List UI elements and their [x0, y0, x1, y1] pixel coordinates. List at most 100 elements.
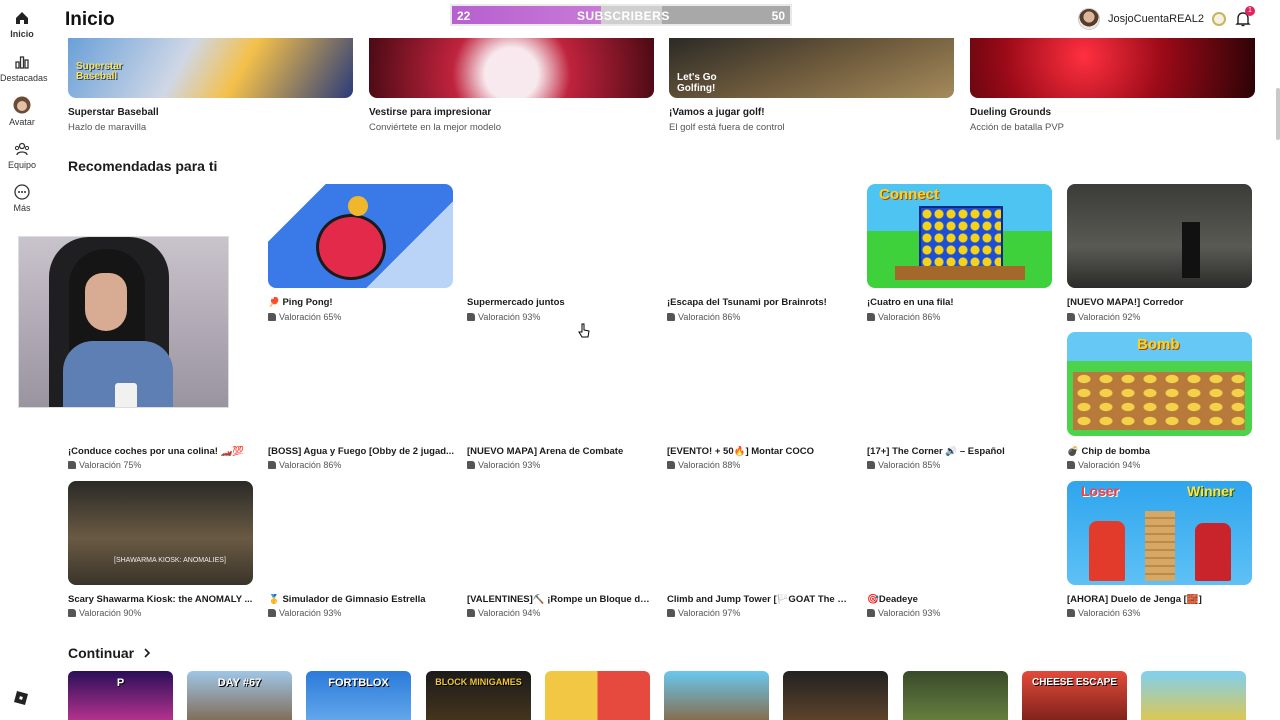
game-name[interactable]: ¡Cuatro en una fila!: [867, 297, 1053, 308]
continue-thumb[interactable]: [664, 671, 769, 720]
loser-character: [1089, 521, 1125, 581]
game-name[interactable]: 🎯Deadeye: [867, 594, 1053, 605]
game-thumb-dueling-grounds[interactable]: [970, 38, 1255, 98]
subscriber-progress-bar: 22 SUBSCRIBERS 50: [450, 4, 792, 26]
game-name[interactable]: [NUEVO MAPA!] Corredor: [1067, 297, 1253, 308]
jenga-tower: [1145, 511, 1175, 581]
continue-thumb-text: CHEESE ESCAPE: [1031, 677, 1118, 688]
game-name[interactable]: [VALENTINES]⛏️ ¡Rompe un Bloque de l...: [467, 594, 653, 605]
continue-thumb[interactable]: [783, 671, 888, 720]
game-thumb-shawarma[interactable]: [SHAWARMA KIOSK: ANOMALIES]: [68, 481, 253, 585]
top-game-name[interactable]: Vestirse para impresionar: [369, 107, 491, 118]
hand-cursor-icon: [578, 323, 590, 338]
game-name[interactable]: [EVENTO! + 50🔥] Montar COCO: [667, 446, 853, 457]
game-name[interactable]: Supermercado juntos: [467, 297, 653, 308]
top-game-name[interactable]: Dueling Grounds: [970, 107, 1051, 118]
game-name[interactable]: 🥇 Simulador de Gimnasio Estrella: [268, 594, 454, 605]
continue-thumb[interactable]: P: [68, 671, 173, 720]
game-name[interactable]: [BOSS] Agua y Fuego [Obby de 2 jugad...: [268, 446, 454, 457]
nav-item-team[interactable]: Equipo: [0, 141, 44, 170]
game-rating: Valoración 93%: [867, 608, 940, 618]
rating-text: Valoración 86%: [678, 312, 741, 322]
game-thumb-jenga[interactable]: Loser Winner: [1067, 481, 1252, 585]
continue-thumb[interactable]: [1141, 671, 1246, 720]
game-rating: Valoración 93%: [467, 312, 540, 322]
continue-thumb-text: P: [116, 677, 125, 689]
rating-text: Valoración 93%: [478, 312, 541, 322]
bomb-logo: Bomb: [1137, 336, 1180, 353]
nav-item-home[interactable]: Inicio: [0, 10, 44, 39]
continue-thumb[interactable]: [545, 671, 650, 720]
game-name[interactable]: [17+] The Corner 🔊 – Español: [867, 446, 1053, 457]
continue-thumb[interactable]: DAY #67: [187, 671, 292, 720]
game-thumb-connect[interactable]: Connect: [867, 184, 1052, 288]
webcam-person-face: [85, 273, 127, 331]
game-name[interactable]: [NUEVO MAPA] Arena de Combate: [467, 446, 653, 457]
game-name[interactable]: ¡Escapa del Tsunami por Brainrots!: [667, 297, 853, 308]
game-name[interactable]: 💣 Chip de bomba: [1067, 446, 1253, 457]
rating-text: Valoración 63%: [1078, 608, 1141, 618]
top-game-name[interactable]: Superstar Baseball: [68, 107, 159, 118]
golf-logo: Let's Go Golfing!: [677, 72, 717, 94]
notifications-button[interactable]: 1: [1234, 6, 1255, 28]
robux-icon[interactable]: [1212, 12, 1226, 26]
game-name[interactable]: ¡Conduce coches por una colina! 🏎️💯: [68, 446, 254, 457]
game-thumb-ping-pong[interactable]: [268, 184, 453, 288]
baseball-logo: Superstar Baseball: [76, 61, 123, 82]
game-rating: Valoración 93%: [467, 460, 540, 470]
game-thumb-golf[interactable]: Let's Go Golfing!: [669, 38, 954, 98]
game-thumb-corredor[interactable]: [1067, 184, 1252, 288]
thumbs-up-icon: [867, 461, 875, 469]
paddle-shape: [316, 214, 386, 280]
rating-text: Valoración 97%: [678, 608, 741, 618]
rating-text: Valoración 85%: [878, 460, 941, 470]
game-rating: Valoración 92%: [1067, 312, 1140, 322]
ball-shape: [348, 196, 368, 216]
thumbs-up-icon: [867, 313, 875, 321]
continue-thumb[interactable]: [903, 671, 1008, 720]
scrollbar[interactable]: [1276, 88, 1280, 140]
top-game-subtitle: Conviértete en la mejor modelo: [369, 122, 502, 133]
game-rating: Valoración 90%: [68, 608, 141, 618]
thumbs-up-icon: [68, 461, 76, 469]
connect-board: [919, 206, 1003, 268]
rating-text: Valoración 93%: [878, 608, 941, 618]
game-name[interactable]: 🏓 Ping Pong!: [268, 297, 454, 308]
username[interactable]: JosjoCuentaREAL2: [1108, 13, 1204, 25]
continue-thumb[interactable]: BLOCK MINIGAMES: [426, 671, 531, 720]
game-name[interactable]: Climb and Jump Tower [🏳️GOAT The M...: [667, 594, 853, 605]
thumbs-up-icon: [68, 609, 76, 617]
chart-icon: [15, 56, 29, 69]
loser-label: Loser: [1081, 483, 1120, 499]
continue-thumb[interactable]: CHEESE ESCAPE: [1022, 671, 1127, 720]
rating-text: Valoración 94%: [478, 608, 541, 618]
avatar[interactable]: [1077, 8, 1100, 30]
rating-text: Valoración 94%: [1078, 460, 1141, 470]
game-thumb-chip-bomba[interactable]: Bomb: [1067, 332, 1252, 436]
nav-item-featured[interactable]: Destacadas: [0, 54, 48, 83]
avatar-icon: [13, 96, 31, 114]
section-title-continue[interactable]: Continuar: [68, 645, 152, 661]
rating-text: Valoración 93%: [478, 460, 541, 470]
shawarma-caption: [SHAWARMA KIOSK: ANOMALIES]: [114, 557, 226, 564]
winner-character: [1195, 523, 1231, 581]
game-name[interactable]: [AHORA] Duelo de Jenga [🧱]: [1067, 594, 1253, 605]
subscriber-label: SUBSCRIBERS: [577, 9, 670, 23]
nav-team-label: Equipo: [7, 160, 37, 170]
user-area: JosjoCuentaREAL2 1: [1077, 6, 1255, 31]
chevron-right-icon: [144, 648, 151, 658]
rating-text: Valoración 65%: [279, 312, 342, 322]
top-game-subtitle: Hazlo de maravilla: [68, 122, 147, 133]
rating-text: Valoración 86%: [279, 460, 342, 470]
roblox-logo-icon[interactable]: [14, 691, 28, 705]
subscriber-goal: 50: [771, 9, 785, 23]
game-thumb-vestirse[interactable]: [369, 38, 654, 98]
rating-text: Valoración 88%: [678, 460, 741, 470]
game-name[interactable]: Scary Shawarma Kiosk: the ANOMALY ...: [68, 594, 254, 605]
continue-thumb[interactable]: FORTBLOX: [306, 671, 411, 720]
thumbs-up-icon: [667, 313, 675, 321]
nav-item-more[interactable]: Más: [0, 184, 44, 213]
game-thumb-superstar-baseball[interactable]: Superstar Baseball: [68, 38, 353, 98]
top-game-name[interactable]: ¡Vamos a jugar golf!: [669, 107, 765, 118]
nav-item-avatar[interactable]: Avatar: [0, 96, 44, 127]
